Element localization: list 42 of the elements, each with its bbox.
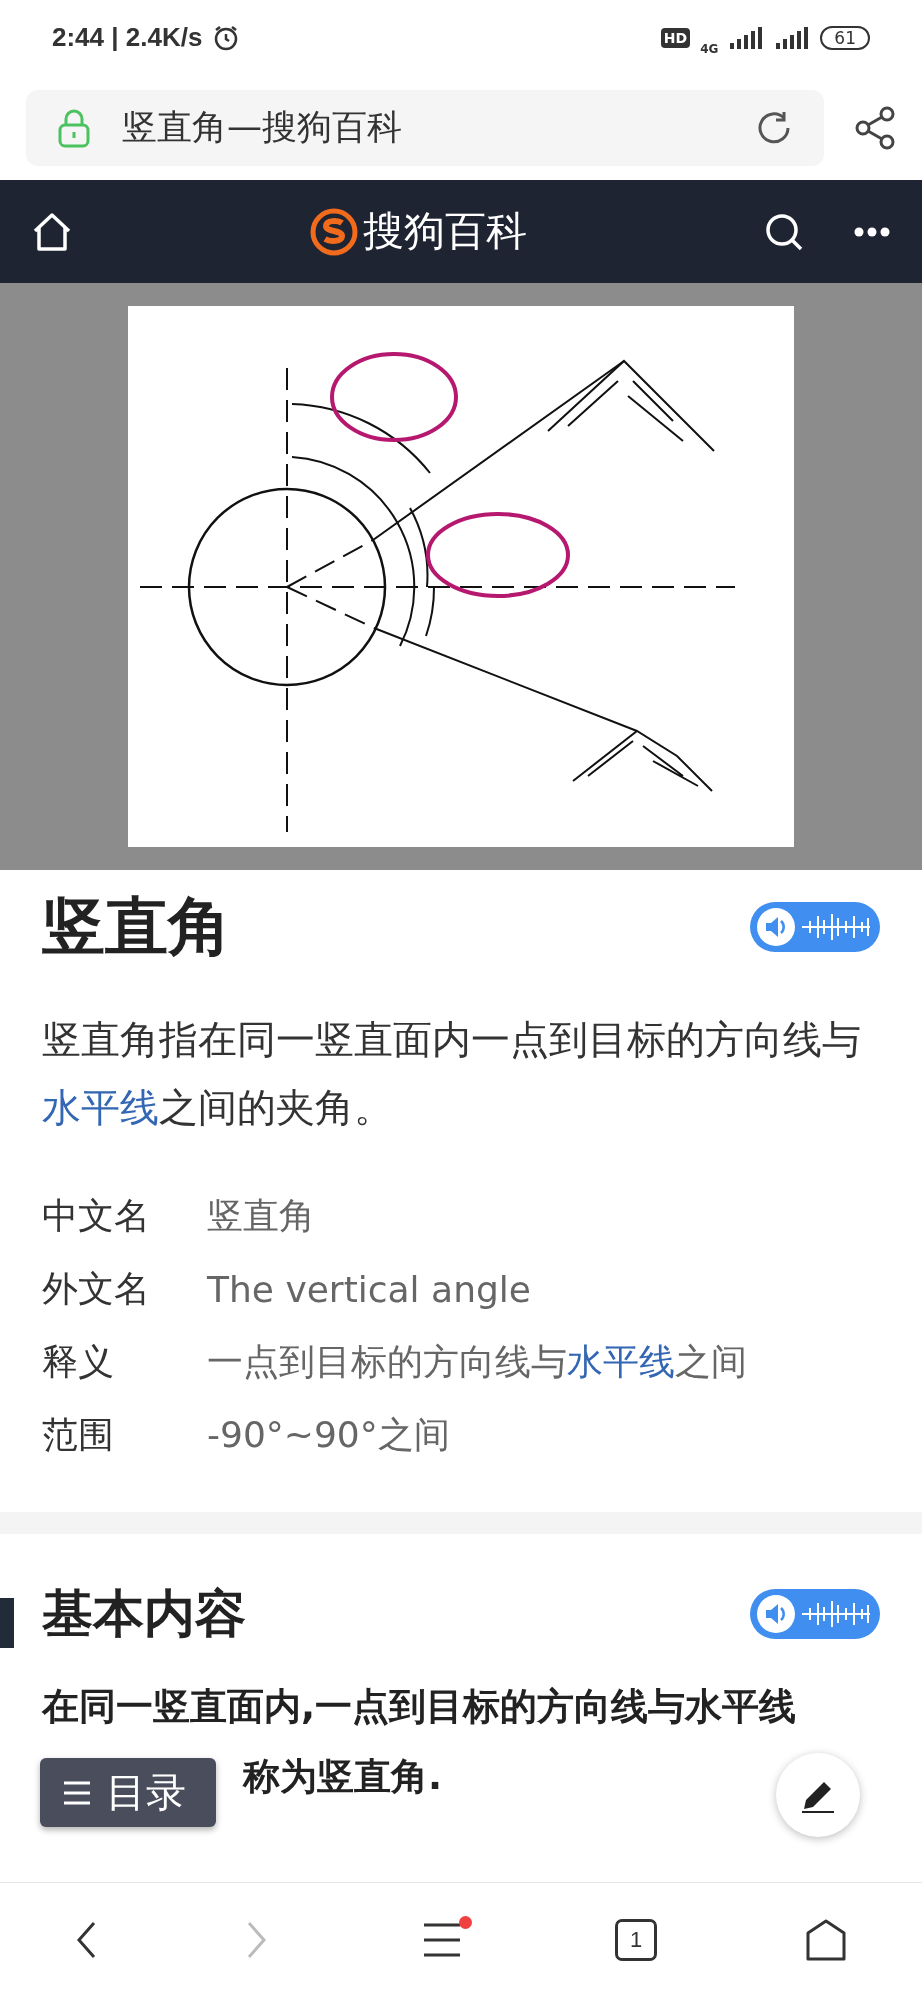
search-icon[interactable] <box>764 211 804 252</box>
speaker-icon <box>756 1594 796 1634</box>
info-label: 释义 <box>42 1340 115 1384</box>
info-value: 竖直角 <box>207 1194 315 1238</box>
link[interactable]: 水平线 <box>567 1341 675 1382</box>
info-value: -90°~90°之间 <box>207 1413 450 1457</box>
paragraph-line: 在同一竖直面内,一点到目标的方向线与水平线 <box>42 1684 798 1730</box>
waveform-icon <box>800 1599 872 1629</box>
more-icon[interactable] <box>854 226 890 237</box>
audio-button[interactable] <box>750 902 880 952</box>
info-label: 范围 <box>42 1413 115 1457</box>
menu-icon <box>421 1922 462 1958</box>
signal-icon <box>728 24 765 51</box>
audio-button[interactable] <box>750 1589 880 1639</box>
waveform-icon <box>800 912 872 942</box>
article-title: 竖直角 <box>42 889 231 965</box>
section-heading: 基本内容 <box>42 1582 246 1645</box>
site-name: 搜狗百科 <box>363 206 527 257</box>
share-icon[interactable] <box>854 105 896 150</box>
info-value: The vertical angle <box>207 1269 531 1310</box>
summary-text: 竖直角指在同一竖直面内一点到目标的方向线与 水平线之间的夹角。 <box>42 1016 862 1132</box>
tabs-button[interactable]: 1 <box>615 1919 658 1961</box>
edit-button[interactable] <box>776 1753 860 1837</box>
network-type: 4G <box>700 41 719 56</box>
signal-icon <box>774 24 811 51</box>
status-time: 2:44 | 2.4K/s <box>52 22 203 53</box>
speaker-icon <box>756 907 796 947</box>
link[interactable]: 水平线 <box>42 1085 159 1130</box>
hd-badge: HD <box>660 27 691 48</box>
info-label: 外文名 <box>42 1267 151 1311</box>
home-icon[interactable] <box>32 211 72 252</box>
toc-button[interactable]: 目录 <box>40 1758 216 1827</box>
page-title: 竖直角—搜狗百科 <box>122 106 403 149</box>
section-marker <box>0 1598 14 1648</box>
info-value: 一点到目标的方向线与水平线之间 <box>207 1340 747 1384</box>
info-label: 中文名 <box>42 1194 151 1238</box>
menu-icon <box>62 1779 92 1806</box>
home-icon[interactable] <box>804 1918 849 1962</box>
paragraph-line: 称为竖直角. <box>243 1754 443 1800</box>
address-bar[interactable]: 竖直角—搜狗百科 <box>26 89 824 166</box>
logo-icon <box>309 206 359 257</box>
battery-level: 61 <box>820 25 870 50</box>
